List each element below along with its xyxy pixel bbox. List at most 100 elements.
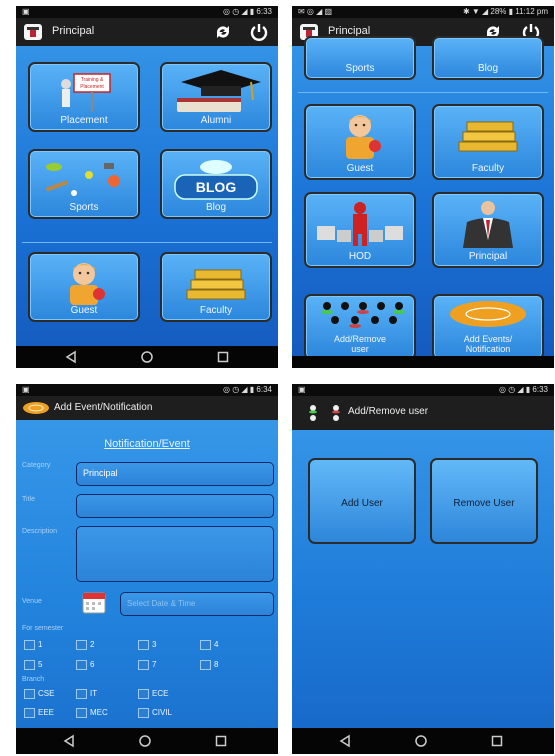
app-bar: Principal: [16, 18, 278, 46]
semester-2-label: 2: [90, 640, 95, 649]
remove-user-button[interactable]: Remove User: [430, 458, 538, 544]
status-bar: ▣ ◎ ◷ ◢ ▮ 6:33: [292, 384, 554, 396]
status-bar: ▣ ◎ ◷ ◢ ▮ 6:34: [16, 384, 278, 396]
blog-badge-text: BLOG: [196, 179, 237, 195]
branch-ece-label: ECE: [152, 689, 169, 698]
android-nav-bar: [16, 728, 278, 754]
category-field[interactable]: Principal: [76, 462, 274, 486]
semester-5-checkbox[interactable]: [24, 660, 35, 670]
branch-mec-label: MEC: [90, 708, 108, 717]
guest-person-icon: [54, 260, 114, 311]
add-user-button[interactable]: Add User: [308, 458, 416, 544]
tile-label: HOD: [348, 251, 372, 262]
users-group-icon: [315, 300, 405, 333]
tile-alumni[interactable]: Alumni: [160, 62, 272, 132]
suit-person-icon: [453, 200, 523, 253]
semester-6-label: 6: [90, 660, 95, 669]
title-field[interactable]: [76, 494, 274, 518]
remove-user-label: Remove User: [453, 498, 515, 509]
home-icon[interactable]: [138, 734, 152, 748]
calendar-icon[interactable]: [82, 590, 106, 619]
venue-label: Venue: [22, 598, 42, 605]
status-left: ✉ ◎ ◢ ▨: [298, 7, 333, 16]
branch-eee-checkbox[interactable]: [24, 708, 35, 718]
page-title: Add Event/Notification: [54, 402, 153, 413]
tile-label: Alumni: [200, 115, 232, 126]
semester-3-checkbox[interactable]: [138, 640, 149, 650]
tile-placement[interactable]: Training & Placement Placement: [28, 62, 140, 132]
home-icon[interactable]: [414, 734, 428, 748]
date-time-field[interactable]: Select Date & Time: [120, 592, 274, 616]
status-right: ◎ ◷ ◢ ▮ 6:33: [499, 385, 548, 394]
tile-sports[interactable]: Sports: [28, 149, 140, 219]
status-right: ✱ ▼ ◢ 28% ▮ 11:12 pm: [462, 7, 548, 16]
semester-2-checkbox[interactable]: [76, 640, 87, 650]
back-icon[interactable]: [62, 734, 76, 748]
semester-3-label: 3: [152, 640, 157, 649]
power-icon[interactable]: [248, 21, 270, 43]
branch-it-checkbox[interactable]: [76, 689, 87, 699]
training-sign-icon: Training & Placement: [54, 70, 114, 119]
tile-label: Faculty: [471, 163, 505, 174]
title-label: Title: [22, 496, 35, 503]
event-oval-icon: [22, 401, 50, 420]
tile-add-remove-user[interactable]: Add/Remove user: [304, 294, 416, 360]
books-stack-icon: [181, 260, 251, 311]
back-icon[interactable]: [64, 350, 78, 364]
tile-label: Principal: [468, 251, 508, 262]
tile-blog[interactable]: Blog: [432, 36, 544, 80]
semester-6-checkbox[interactable]: [76, 660, 87, 670]
sports-equipment-icon: [34, 157, 134, 206]
recents-icon[interactable]: [216, 350, 230, 364]
branch-eee-label: EEE: [38, 708, 55, 717]
home-icon[interactable]: [140, 350, 154, 364]
status-left: ▣: [298, 385, 306, 394]
semester-7-checkbox[interactable]: [138, 660, 149, 670]
page-title: Principal: [52, 25, 95, 37]
semester-1-checkbox[interactable]: [24, 640, 35, 650]
tile-guest[interactable]: Guest: [28, 252, 140, 322]
status-bar: ✉ ◎ ◢ ▨ ✱ ▼ ◢ 28% ▮ 11:12 pm: [292, 6, 554, 18]
svg-text:Training &: Training &: [81, 77, 104, 83]
description-label: Description: [22, 528, 58, 535]
app-bar: Add Event/Notification: [16, 396, 278, 420]
branch-mec-checkbox[interactable]: [76, 708, 87, 718]
tile-label: Add Events/ Notification: [463, 334, 513, 354]
recents-icon[interactable]: [214, 734, 228, 748]
books-stack-icon: [453, 112, 523, 163]
tile-hod[interactable]: HOD: [304, 192, 416, 268]
branch-cse-checkbox[interactable]: [24, 689, 35, 699]
branch-ece-checkbox[interactable]: [138, 689, 149, 699]
users-group-icon: [308, 404, 348, 427]
tile-faculty[interactable]: Faculty: [432, 104, 544, 180]
description-field[interactable]: [76, 526, 274, 582]
sync-icon[interactable]: [212, 21, 234, 43]
category-label: Category: [22, 462, 51, 469]
status-right: ◎ ◷ ◢ ▮ 6:34: [223, 385, 272, 394]
tile-label: Faculty: [199, 305, 233, 316]
tile-label: Placement: [60, 115, 108, 126]
semester-4-label: 4: [214, 640, 219, 649]
tile-blog[interactable]: BLOG Blog: [160, 149, 272, 219]
tile-sports[interactable]: Sports: [304, 36, 416, 80]
semester-8-checkbox[interactable]: [200, 660, 211, 670]
status-bar: ▣ ◎ ◷ ◢ ▮ 6:33: [16, 6, 278, 18]
tile-faculty[interactable]: Faculty: [160, 252, 272, 322]
semester-4-checkbox[interactable]: [200, 640, 211, 650]
back-icon[interactable]: [338, 734, 352, 748]
tile-label: Add/Remove user: [333, 334, 387, 354]
android-nav-bar: [292, 356, 554, 368]
branch-it-label: IT: [90, 689, 98, 698]
semester-5-label: 5: [38, 660, 43, 669]
app-bar: Add/Remove user: [292, 396, 554, 430]
tile-guest[interactable]: Guest: [304, 104, 416, 180]
recents-icon[interactable]: [490, 734, 504, 748]
screen-principal-dashboard: ▣ ◎ ◷ ◢ ▮ 6:33 Principal Training & Place…: [16, 6, 278, 368]
branch-label: Branch: [22, 676, 45, 683]
android-nav-bar: [292, 728, 554, 754]
screen-principal-dashboard-scrolled: ✉ ◎ ◢ ▨ ✱ ▼ ◢ 28% ▮ 11:12 pm Principal S…: [292, 6, 554, 368]
tile-principal[interactable]: Principal: [432, 192, 544, 268]
page-title: Add/Remove user: [348, 406, 429, 417]
branch-civil-checkbox[interactable]: [138, 708, 149, 718]
tile-add-events[interactable]: Add Events/ Notification: [432, 294, 544, 360]
